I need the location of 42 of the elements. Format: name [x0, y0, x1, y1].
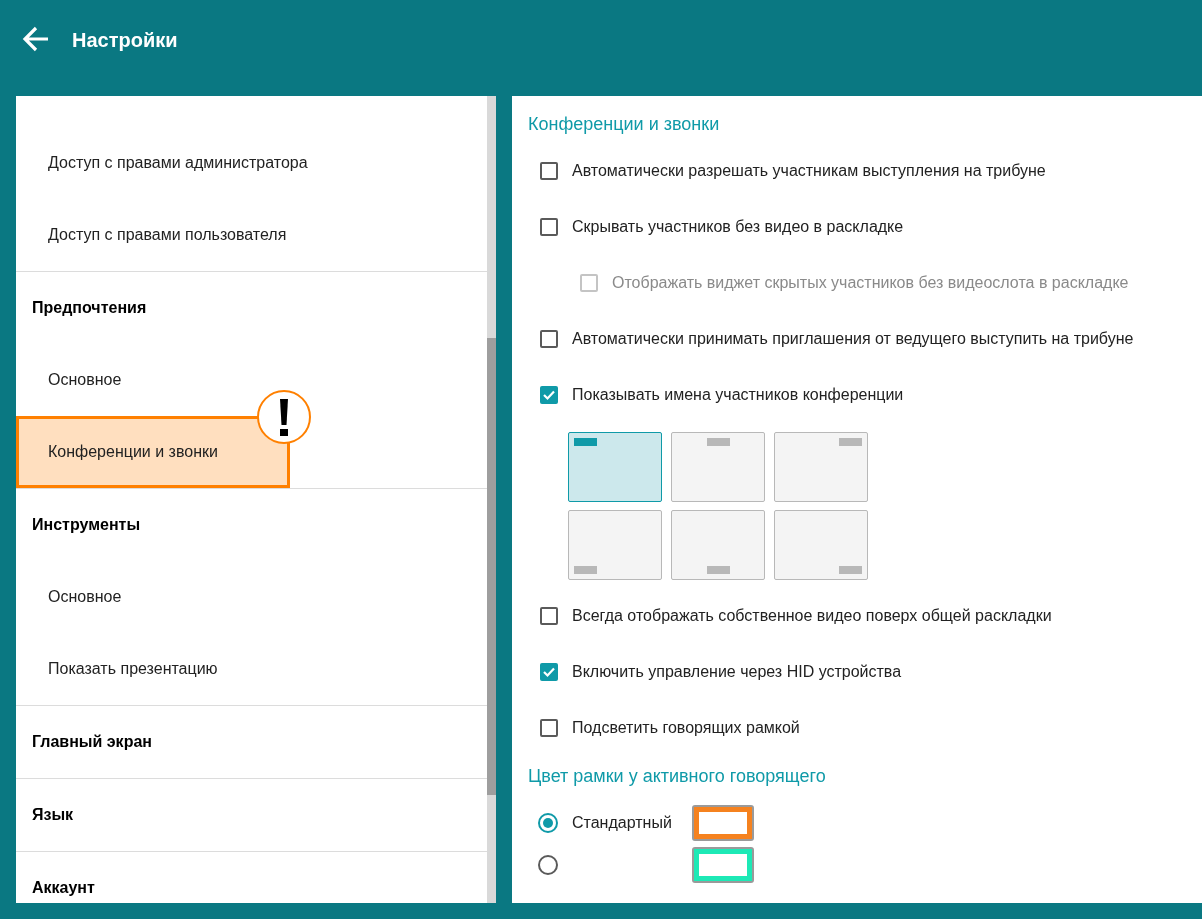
- layout-option[interactable]: [671, 432, 765, 502]
- sidebar-item[interactable]: Показать презентацию: [16, 633, 218, 705]
- section-title: Конференции и звонки: [528, 113, 721, 136]
- checkbox[interactable]: [540, 218, 558, 236]
- checkbox[interactable]: [540, 663, 558, 681]
- option-label: Всегда отображать собственное видео поверх общей раскладки: [572, 606, 1053, 626]
- section-heading[interactable]: Предпочтения: [32, 296, 147, 320]
- option-label: Стандартный: [572, 813, 673, 833]
- sidebar-item[interactable]: Конференции и звонки: [16, 416, 290, 488]
- option-label: Скрывать участников без видео в раскладке: [572, 217, 905, 237]
- color-swatch[interactable]: [692, 805, 754, 841]
- layout-option[interactable]: [774, 510, 868, 580]
- sidebar-item[interactable]: Доступ с правами пользователя: [16, 199, 287, 271]
- option-label: Показывать имена участников конференции: [572, 385, 905, 405]
- layout-option[interactable]: [774, 432, 868, 502]
- checkbox[interactable]: [540, 330, 558, 348]
- radio-button[interactable]: [538, 855, 558, 875]
- checkbox[interactable]: [540, 386, 558, 404]
- checkbox[interactable]: [540, 162, 558, 180]
- option-label: Автоматически разрешать участникам выступления на трибуне: [572, 161, 1047, 181]
- option-label: Включить управление через HID устройства: [572, 662, 903, 682]
- checkbox[interactable]: [540, 719, 558, 737]
- page-title: Настройки: [72, 28, 178, 53]
- section-heading[interactable]: Язык: [32, 803, 74, 827]
- scrollbar-thumb[interactable]: [487, 338, 496, 795]
- section-heading[interactable]: Аккаунт: [32, 876, 95, 900]
- section-heading[interactable]: Главный экран: [32, 730, 152, 754]
- option-label: Отображать виджет скрытых участников без видеослота в раскладке: [612, 273, 1130, 293]
- sidebar-item[interactable]: Доступ с правами администратора: [16, 127, 308, 199]
- section-title: Цвет рамки у активного говорящего: [528, 765, 827, 788]
- checkbox[interactable]: [540, 607, 558, 625]
- layout-option[interactable]: [671, 510, 765, 580]
- back-arrow-icon[interactable]: [22, 25, 50, 53]
- option-label: Автоматически принимать приглашения от ведущего выступить на трибуне: [572, 329, 1135, 349]
- section-heading[interactable]: Инструменты: [32, 513, 141, 537]
- layout-option[interactable]: [568, 432, 662, 502]
- option-label: Подсветить говорящих рамкой: [572, 718, 801, 738]
- sidebar-item[interactable]: Основное: [16, 561, 122, 633]
- color-swatch[interactable]: [692, 847, 754, 883]
- layout-option[interactable]: [568, 510, 662, 580]
- radio-button[interactable]: [538, 813, 558, 833]
- sidebar-item[interactable]: Основное: [16, 344, 122, 416]
